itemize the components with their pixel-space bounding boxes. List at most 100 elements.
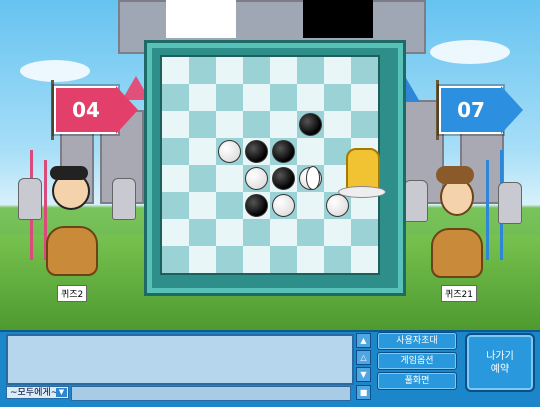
left-player-name-tag: 퀴즈2	[57, 285, 88, 302]
white-player-plate	[166, 0, 236, 46]
board-cell[interactable]	[216, 84, 243, 111]
board-cell[interactable]	[243, 84, 270, 111]
board-cell[interactable]	[189, 111, 216, 138]
board-cell[interactable]	[243, 192, 270, 219]
black-piece	[245, 140, 268, 163]
right-player-hair	[436, 166, 474, 184]
left-score-flag: 04	[54, 86, 138, 134]
game-options-button[interactable]: 게임옵션	[377, 352, 457, 370]
black-player-plate	[303, 0, 373, 46]
board-cell[interactable]	[297, 219, 324, 246]
board-cell[interactable]	[162, 165, 189, 192]
fullscreen-button[interactable]: 풀화면	[377, 372, 457, 390]
flipping-piece	[306, 166, 320, 190]
left-player-horse	[46, 226, 98, 276]
black-piece	[245, 194, 268, 217]
chat-target-select[interactable]: ~모두에게~ ▼	[6, 386, 69, 399]
board-cell[interactable]	[216, 219, 243, 246]
board-cell[interactable]	[243, 57, 270, 84]
board-cell[interactable]	[351, 219, 378, 246]
board-cell[interactable]	[324, 57, 351, 84]
board-cell[interactable]	[324, 246, 351, 273]
white-piece	[326, 194, 349, 217]
white-piece	[272, 194, 295, 217]
knight-platform	[338, 186, 386, 198]
game-scene: 04 07 퀴즈2 퀴즈21	[0, 0, 540, 330]
board-cell[interactable]	[162, 246, 189, 273]
board-cell[interactable]	[270, 192, 297, 219]
board-cell[interactable]	[243, 111, 270, 138]
board-cell[interactable]	[351, 111, 378, 138]
board-cell[interactable]	[162, 111, 189, 138]
triangle-down-icon[interactable]: ▼	[56, 388, 67, 397]
board-cell[interactable]	[216, 246, 243, 273]
invite-user-button[interactable]: 사용자초대	[377, 332, 457, 350]
board-cell[interactable]	[216, 192, 243, 219]
board-cell[interactable]	[297, 111, 324, 138]
board-cell[interactable]	[351, 246, 378, 273]
board-cell[interactable]	[216, 138, 243, 165]
chat-target-label: ~모두에게~	[10, 388, 59, 398]
board-cell[interactable]	[162, 57, 189, 84]
board-cell[interactable]	[216, 111, 243, 138]
spear	[486, 160, 489, 260]
board-cell[interactable]	[270, 246, 297, 273]
board-cell[interactable]	[270, 57, 297, 84]
board-cell[interactable]	[162, 138, 189, 165]
right-score-flag: 07	[439, 86, 523, 134]
scroll-up-page-icon[interactable]: △	[356, 350, 371, 365]
board-cell[interactable]	[189, 165, 216, 192]
board-cell[interactable]	[216, 57, 243, 84]
board-cell[interactable]	[324, 84, 351, 111]
cloud	[20, 60, 90, 82]
right-player-name-tag: 퀴즈21	[441, 285, 478, 302]
board-cell[interactable]	[270, 138, 297, 165]
cloud	[430, 40, 510, 64]
chat-input[interactable]	[71, 386, 351, 401]
scroll-down-icon[interactable]: ▼	[356, 367, 371, 382]
board-cell[interactable]	[243, 138, 270, 165]
board-cell[interactable]	[297, 192, 324, 219]
black-piece	[299, 113, 322, 136]
leave-label-1: 나가기	[486, 350, 514, 362]
white-piece	[218, 140, 241, 163]
knight-soldier	[404, 180, 428, 222]
lock-icon[interactable]: ■	[356, 385, 371, 400]
knight-soldier	[498, 182, 522, 224]
board-cell[interactable]	[297, 138, 324, 165]
left-player-hair	[50, 166, 88, 180]
board-cell[interactable]	[324, 111, 351, 138]
board-cell[interactable]	[270, 219, 297, 246]
board-cell[interactable]	[162, 219, 189, 246]
board-cell[interactable]	[243, 165, 270, 192]
board-cell[interactable]	[189, 246, 216, 273]
board-cell[interactable]	[243, 246, 270, 273]
board-cell[interactable]	[189, 138, 216, 165]
knight-soldier	[112, 178, 136, 220]
board-cell[interactable]	[189, 84, 216, 111]
board-cell[interactable]	[297, 57, 324, 84]
black-piece	[272, 140, 295, 163]
board-cell[interactable]	[270, 84, 297, 111]
board-cell[interactable]	[243, 219, 270, 246]
board-cell[interactable]	[270, 111, 297, 138]
board-cell[interactable]	[324, 219, 351, 246]
board-cell[interactable]	[189, 219, 216, 246]
knight-soldier	[18, 178, 42, 220]
board-cell[interactable]	[351, 57, 378, 84]
right-score: 07	[457, 98, 485, 122]
leave-label-2: 예약	[490, 363, 510, 375]
board-cell[interactable]	[189, 57, 216, 84]
board-cell[interactable]	[351, 84, 378, 111]
board-cell[interactable]	[162, 84, 189, 111]
board-cell[interactable]	[297, 246, 324, 273]
board-cell[interactable]	[216, 165, 243, 192]
board-cell[interactable]	[189, 192, 216, 219]
board-cell[interactable]	[297, 84, 324, 111]
scroll-up-icon[interactable]: ▲	[356, 333, 371, 348]
board-cell[interactable]	[270, 165, 297, 192]
chat-log[interactable]	[6, 334, 354, 385]
black-piece	[272, 167, 295, 190]
board-cell[interactable]	[162, 192, 189, 219]
reserve-leave-button[interactable]: 나가기 예약	[465, 333, 535, 392]
